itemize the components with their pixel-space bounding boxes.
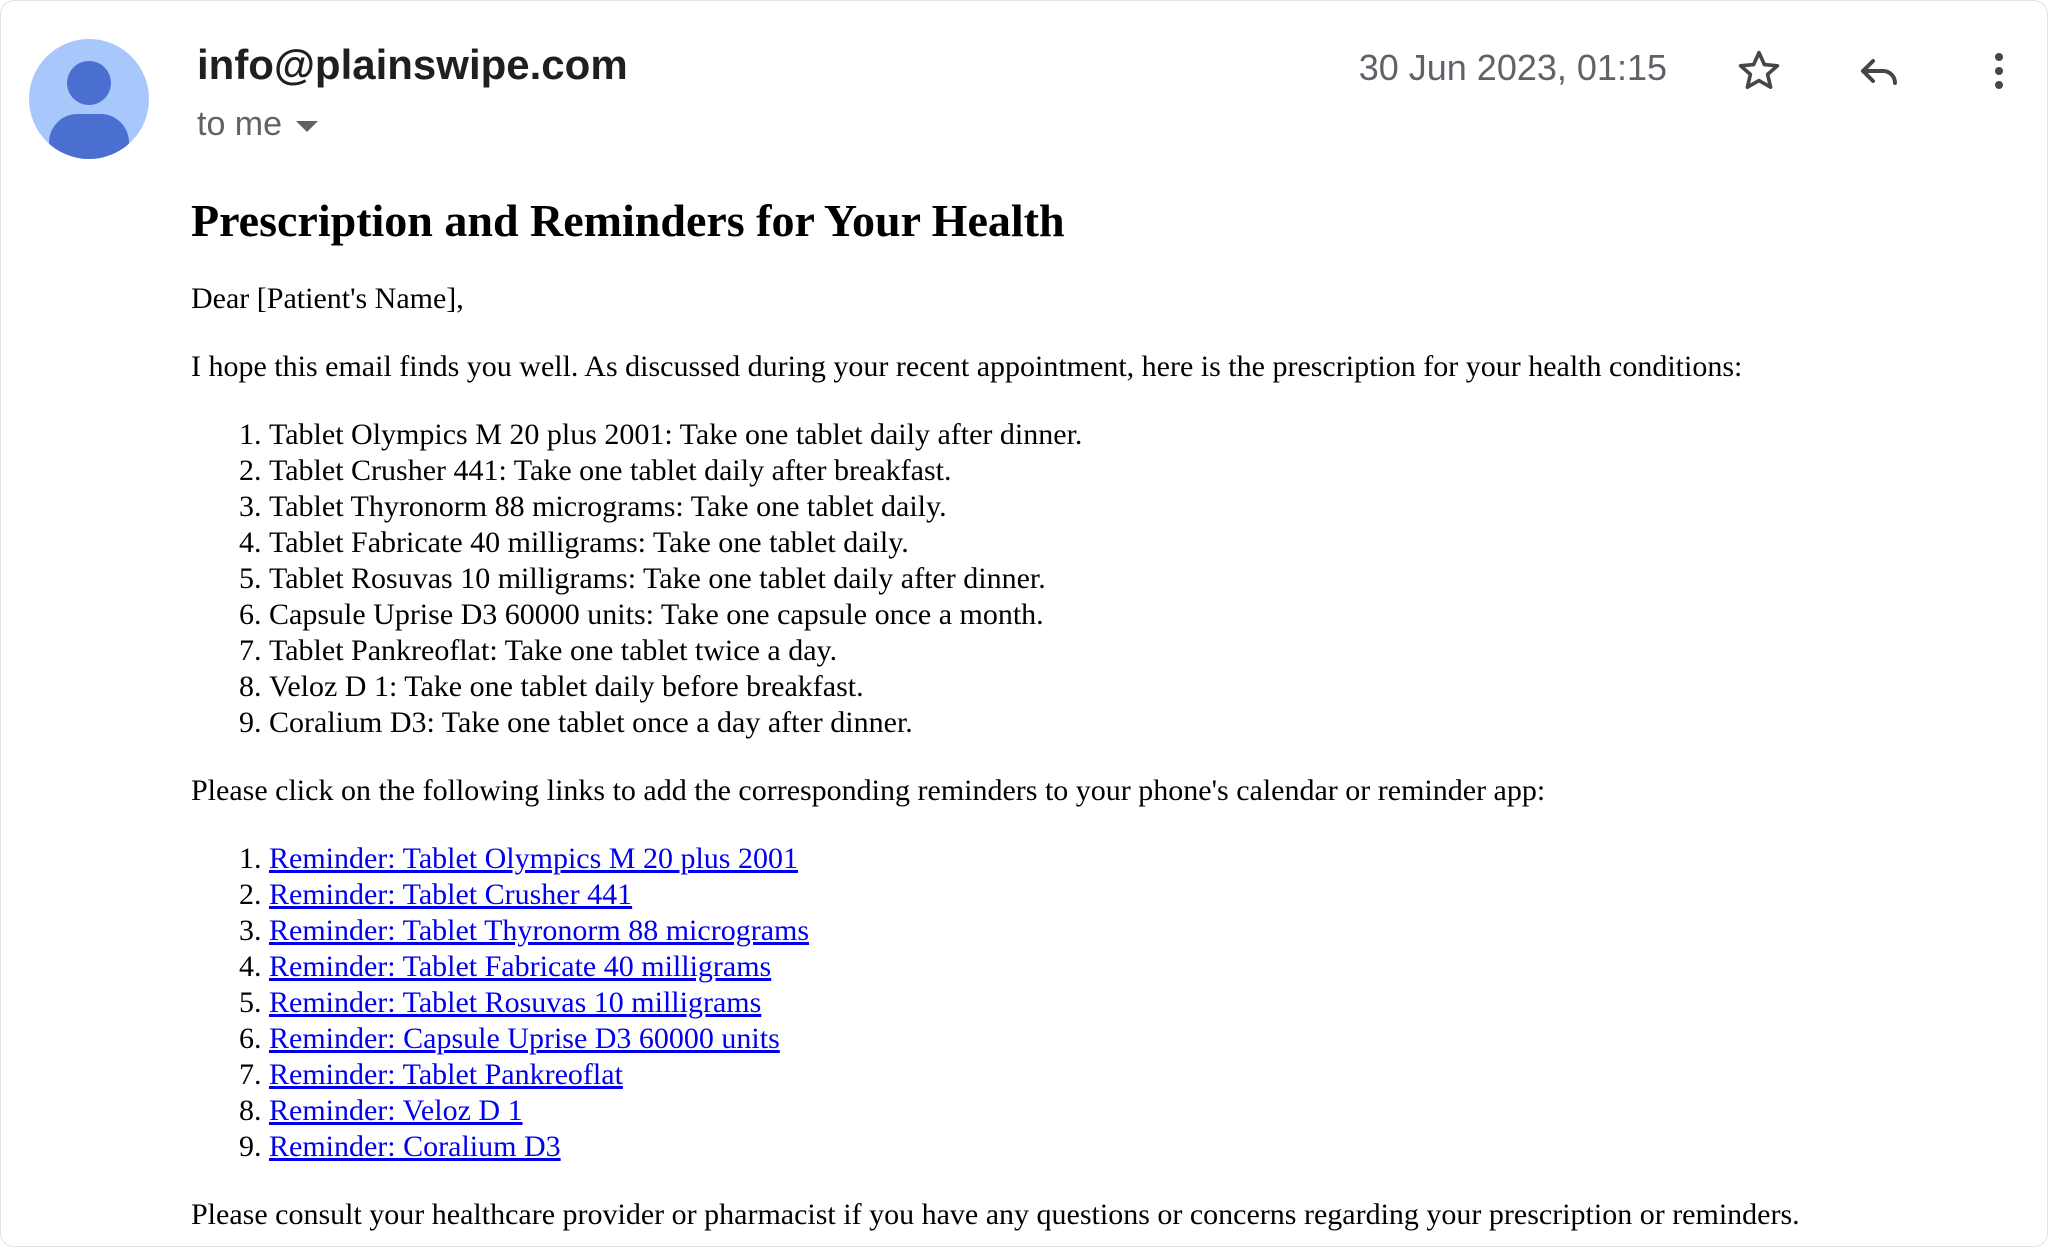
reminder-list-item: Reminder: Tablet Pankreoflat: [269, 1057, 2011, 1093]
reminder-list-item: Reminder: Tablet Fabricate 40 milligrams: [269, 949, 2011, 985]
prescription-item: Tablet Olympics M 20 plus 2001: Take one…: [269, 417, 2011, 453]
intro-paragraph: I hope this email finds you well. As dis…: [191, 350, 1743, 383]
reminder-link[interactable]: Reminder: Veloz D 1: [269, 1094, 523, 1127]
prescription-item: Tablet Crusher 441: Take one tablet dail…: [269, 453, 2011, 489]
avatar-body: [49, 114, 129, 159]
reminder-link[interactable]: Reminder: Tablet Crusher 441: [269, 878, 632, 911]
caret-down-icon: [296, 121, 319, 132]
email-view: info@plainswipe.com to me 30 Jun 2023, 0…: [0, 0, 2048, 1247]
reminder-link[interactable]: Reminder: Tablet Rosuvas 10 milligrams: [269, 986, 761, 1019]
sender-avatar-icon[interactable]: [29, 39, 149, 159]
reminder-link-list: Reminder: Tablet Olympics M 20 plus 2001…: [191, 841, 2011, 1165]
greeting: Dear [Patient's Name],: [191, 282, 464, 315]
reminder-list-item: Reminder: Tablet Crusher 441: [269, 877, 2011, 913]
prescription-item: Tablet Pankreoflat: Take one tablet twic…: [269, 633, 2011, 669]
prescription-item: Veloz D 1: Take one tablet daily before …: [269, 669, 2011, 705]
sender-email: info@plainswipe.com: [197, 41, 628, 88]
reminder-list-item: Reminder: Tablet Thyronorm 88 micrograms: [269, 913, 2011, 949]
reminder-link[interactable]: Reminder: Capsule Uprise D3 60000 units: [269, 1022, 780, 1055]
reminder-link[interactable]: Reminder: Tablet Fabricate 40 milligrams: [269, 950, 771, 983]
reply-button[interactable]: [1849, 41, 1909, 101]
more-options-button[interactable]: [1969, 41, 2029, 101]
reply-icon: [1861, 59, 1897, 85]
reminder-link[interactable]: Reminder: Tablet Olympics M 20 plus 2001: [269, 842, 798, 875]
email-body: Prescription and Reminders for Your Heal…: [191, 191, 2011, 1233]
reminder-list-item: Reminder: Capsule Uprise D3 60000 units: [269, 1021, 2011, 1057]
star-button[interactable]: [1729, 41, 1789, 101]
closing-paragraph: Please consult your healthcare provider …: [191, 1198, 1800, 1231]
prescription-item: Capsule Uprise D3 60000 units: Take one …: [269, 597, 2011, 633]
more-vertical-icon: [1995, 53, 2003, 89]
prescription-item: Coralium D3: Take one tablet once a day …: [269, 705, 2011, 741]
reminder-list-item: Reminder: Coralium D3: [269, 1129, 2011, 1165]
links-intro-paragraph: Please click on the following links to a…: [191, 774, 1546, 807]
reminder-list-item: Reminder: Tablet Olympics M 20 plus 2001: [269, 841, 2011, 877]
prescription-list: Tablet Olympics M 20 plus 2001: Take one…: [191, 417, 2011, 741]
recipient-label: to me: [197, 105, 283, 143]
reminder-list-item: Reminder: Tablet Rosuvas 10 milligrams: [269, 985, 2011, 1021]
email-date: 30 Jun 2023, 01:15: [1358, 47, 1667, 88]
reminder-link[interactable]: Reminder: Coralium D3: [269, 1130, 561, 1163]
reminder-link[interactable]: Reminder: Tablet Thyronorm 88 micrograms: [269, 914, 809, 947]
avatar-head: [67, 61, 111, 105]
prescription-item: Tablet Thyronorm 88 micrograms: Take one…: [269, 489, 2011, 525]
reminder-link[interactable]: Reminder: Tablet Pankreoflat: [269, 1058, 623, 1091]
recipient-toggle[interactable]: to me: [197, 105, 319, 144]
reminder-list-item: Reminder: Veloz D 1: [269, 1093, 2011, 1129]
prescription-item: Tablet Fabricate 40 milligrams: Take one…: [269, 525, 2011, 561]
star-icon: [1738, 50, 1780, 89]
email-subject: Prescription and Reminders for Your Heal…: [191, 195, 1065, 246]
prescription-item: Tablet Rosuvas 10 milligrams: Take one t…: [269, 561, 2011, 597]
